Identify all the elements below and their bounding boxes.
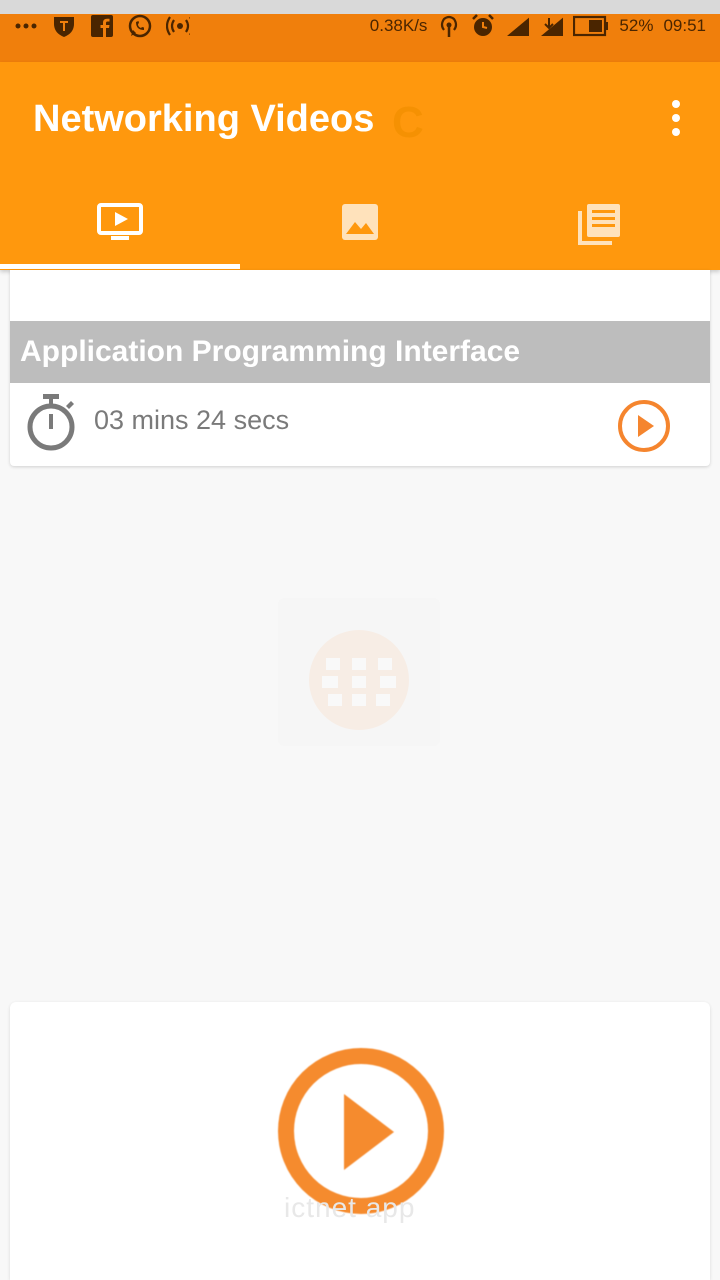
- network-speed: 0.38K/s: [369, 16, 428, 35]
- tab-bar: [0, 175, 720, 270]
- stopwatch-icon: [27, 394, 75, 451]
- tab-videos[interactable]: [0, 175, 240, 270]
- articles-tab-icon: [578, 204, 620, 245]
- tab-articles[interactable]: [480, 175, 720, 270]
- video-tab-icon: [97, 203, 143, 240]
- loading-card: ictnet app: [10, 1002, 710, 1280]
- video-card[interactable]: Application Programming Interface 03 min…: [10, 270, 710, 466]
- video-title: Application Programming Interface: [10, 321, 710, 383]
- whatsapp-icon: [128, 14, 152, 38]
- page-title: Networking Videos: [33, 98, 375, 140]
- tab-images[interactable]: [240, 175, 480, 270]
- image-tab-icon: [342, 204, 378, 240]
- signal-icon: [505, 14, 530, 38]
- globe-watermark-icon: [278, 598, 440, 746]
- video-duration: 03 mins 24 secs: [94, 405, 290, 435]
- status-bar-right: 0.38K/s 52% 09:51: [370, 14, 706, 38]
- big-play-icon: [278, 1048, 444, 1214]
- facebook-icon: [90, 14, 114, 38]
- status-bar-left: [14, 14, 190, 38]
- more-dots-icon: [14, 14, 38, 38]
- watermark-text: ictnet app: [284, 1192, 416, 1223]
- signal-h-icon: [539, 14, 564, 38]
- tab-indicator: [0, 264, 240, 269]
- status-bar-top-edge: [0, 0, 720, 14]
- clock: 09:51: [663, 16, 706, 35]
- overflow-dot: [672, 100, 680, 108]
- battery-percent: 52%: [619, 16, 654, 35]
- faded-letter: C: [392, 98, 424, 147]
- status-bar: 0.38K/s 52% 09:51: [0, 14, 720, 62]
- wifi-hotspot-icon: [437, 14, 461, 38]
- shield-icon: [52, 14, 76, 38]
- battery-icon: [573, 14, 609, 38]
- overflow-dot: [672, 114, 680, 122]
- play-button[interactable]: [616, 398, 672, 454]
- overflow-dot: [672, 128, 680, 136]
- hotspot-icon: [166, 14, 190, 38]
- more-vert-icon[interactable]: [662, 100, 690, 136]
- alarm-icon: [471, 14, 495, 38]
